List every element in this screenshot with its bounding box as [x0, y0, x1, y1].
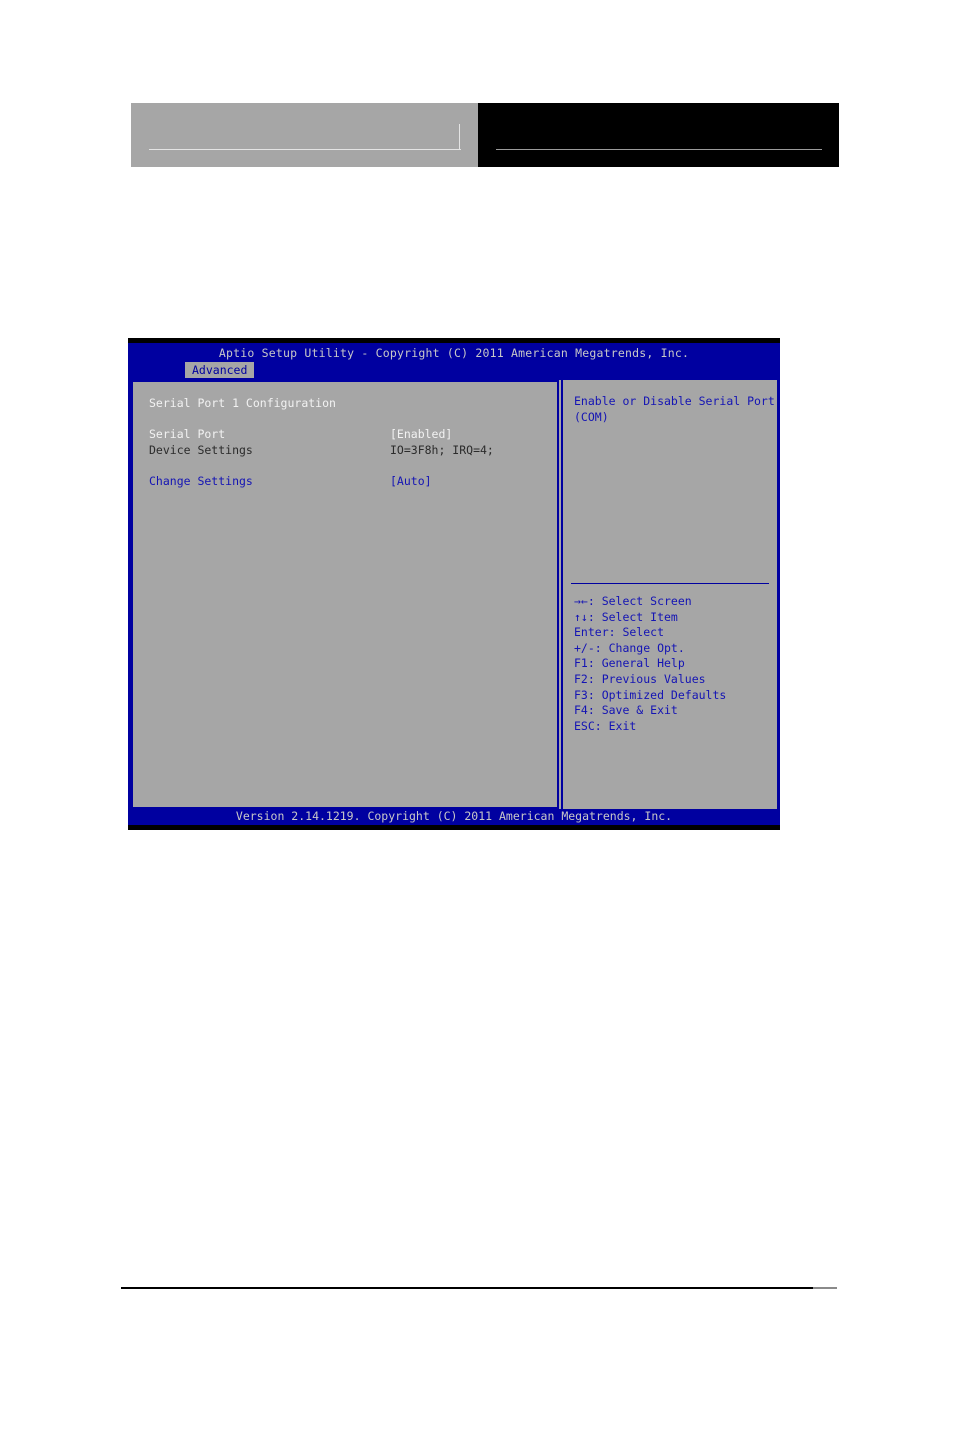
- masthead-left-vertical-rule: [459, 124, 460, 150]
- bios-bottom-bar: [128, 825, 780, 830]
- nav-key-save-and-exit: F4: Save & Exit: [574, 703, 678, 718]
- nav-key-previous-values: F2: Previous Values: [574, 671, 706, 686]
- page-footer-rule-tail: [813, 1287, 837, 1289]
- bios-tab-bar: Advanced: [128, 362, 780, 378]
- setting-label-change-settings: Change Settings: [149, 474, 253, 488]
- setting-row-device-settings: Device Settings IO=3F8h; IRQ=4;: [149, 443, 549, 459]
- section-title: Serial Port 1 Configuration: [149, 396, 336, 410]
- nav-key-select-item: ↑↓: Select Item: [574, 609, 678, 624]
- setting-label-device-settings: Device Settings: [149, 443, 253, 457]
- setting-row-change-settings[interactable]: Change Settings [Auto]: [149, 474, 549, 490]
- nav-key-enter-select: Enter: Select: [574, 625, 665, 640]
- page-footer-rule: [121, 1287, 837, 1289]
- masthead-left-block: [131, 103, 478, 167]
- masthead-left-underline: [149, 149, 461, 150]
- help-text: Enable or Disable Serial Port (COM): [574, 394, 775, 425]
- bios-version-footer: Version 2.14.1219. Copyright (C) 2011 Am…: [235, 809, 673, 824]
- bios-help-panel: Enable or Disable Serial Port (COM) →←: …: [561, 380, 777, 809]
- navigation-keys-legend: →←: Select Screen ↑↓: Select Item Enter:…: [574, 594, 774, 734]
- bios-setup-screen: Aptio Setup Utility - Copyright (C) 2011…: [128, 338, 780, 830]
- bios-title: Aptio Setup Utility - Copyright (C) 2011…: [218, 346, 690, 360]
- bios-body: Serial Port 1 Configuration Serial Port …: [131, 380, 777, 809]
- help-panel-divider: [571, 583, 769, 584]
- nav-key-optimized-defaults: F3: Optimized Defaults: [574, 687, 727, 702]
- setting-value-change-settings[interactable]: [Auto]: [390, 474, 432, 490]
- masthead-right-underline: [496, 149, 822, 150]
- tab-advanced[interactable]: Advanced: [185, 362, 255, 378]
- nav-key-general-help: F1: General Help: [574, 656, 685, 671]
- nav-key-change-opt: +/-: Change Opt.: [574, 640, 685, 655]
- nav-key-select-screen: →←: Select Screen: [574, 594, 692, 608]
- setting-value-serial-port[interactable]: [Enabled]: [390, 427, 452, 443]
- help-line: (COM): [574, 409, 609, 424]
- bios-top-bar: [128, 338, 780, 343]
- setting-row-serial-port[interactable]: Serial Port [Enabled]: [149, 427, 549, 443]
- masthead-right-block: [478, 103, 839, 167]
- bios-settings-panel: Serial Port 1 Configuration Serial Port …: [131, 380, 559, 809]
- page-masthead: [131, 103, 839, 167]
- setting-value-device-settings: IO=3F8h; IRQ=4;: [390, 443, 494, 457]
- help-line: Enable or Disable Serial Port: [574, 394, 775, 408]
- setting-label-serial-port: Serial Port: [149, 427, 226, 441]
- nav-key-exit: ESC: Exit: [574, 718, 637, 733]
